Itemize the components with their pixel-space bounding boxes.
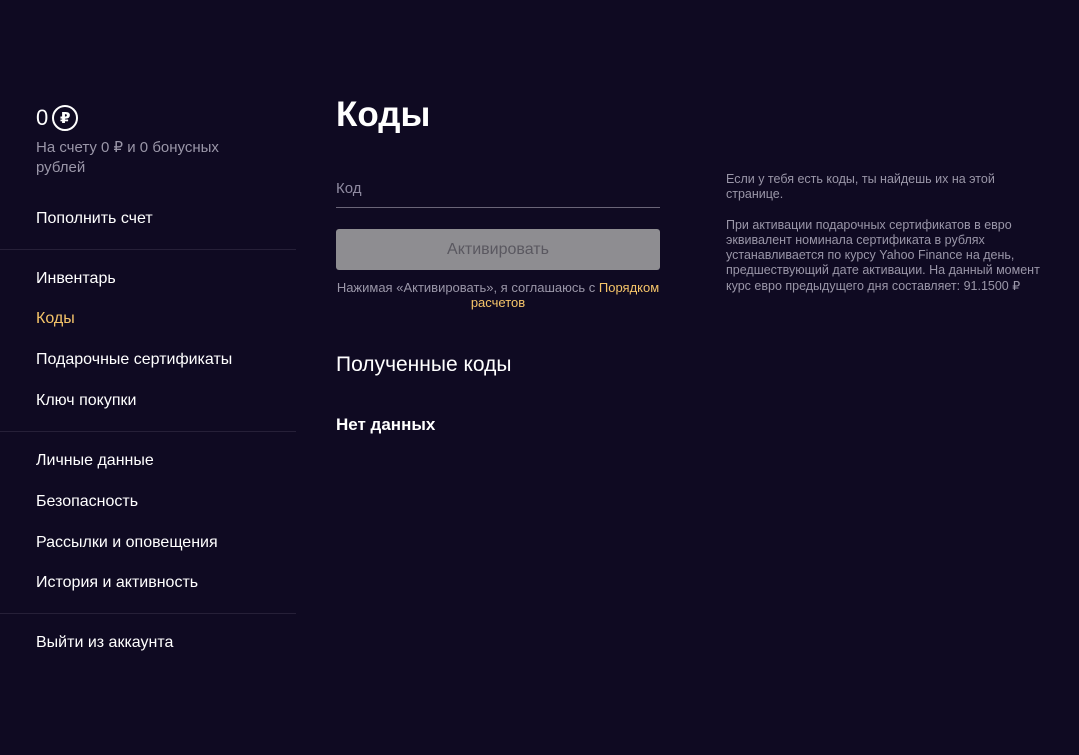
- code-input[interactable]: [336, 170, 660, 208]
- balance-description: На счету 0 ₽ и 0 бонусных рублей: [36, 139, 219, 176]
- logout-button[interactable]: Выйти из аккаунта: [36, 633, 173, 653]
- info-panel: Если у тебя есть коды, ты найдешь их на …: [726, 172, 1048, 309]
- topup-button[interactable]: Пополнить счет: [36, 209, 153, 229]
- sidebar: 0 ₽ На счету 0 ₽ и 0 бонусных рублей Поп…: [0, 0, 296, 755]
- sidebar-divider: [0, 431, 296, 432]
- activate-button[interactable]: Активировать: [336, 229, 660, 270]
- sidebar-divider: [0, 249, 296, 250]
- sidebar-item-notifications[interactable]: Рассылки и оповещения: [36, 533, 218, 553]
- received-codes-title: Полученные коды: [336, 353, 512, 376]
- balance-amount: 0: [36, 105, 49, 130]
- empty-state: Нет данных: [336, 415, 436, 434]
- sidebar-item-gift-certificates[interactable]: Подарочные сертификаты: [36, 350, 232, 370]
- info-paragraph: При активации подарочных сертификатов в …: [726, 217, 1040, 293]
- page-title: Коды: [336, 95, 431, 134]
- info-paragraph: Если у тебя есть коды, ты найдешь их на …: [726, 172, 995, 202]
- ruble-icon: ₽: [52, 105, 79, 131]
- sidebar-item-purchase-key[interactable]: Ключ покупки: [36, 391, 136, 411]
- balance: 0 ₽: [36, 104, 79, 132]
- consent-text: Нажимая «Активировать», я соглашаюсь с: [336, 280, 596, 295]
- consent-note: Нажимая «Активировать», я соглашаюсь с П…: [336, 280, 660, 310]
- sidebar-item-security[interactable]: Безопасность: [36, 492, 138, 512]
- sidebar-item-inventory[interactable]: Инвентарь: [36, 269, 116, 289]
- sidebar-item-personal-data[interactable]: Личные данные: [36, 451, 154, 471]
- sidebar-divider: [0, 613, 296, 614]
- sidebar-item-codes[interactable]: Коды: [36, 309, 75, 329]
- sidebar-item-history[interactable]: История и активность: [36, 573, 198, 593]
